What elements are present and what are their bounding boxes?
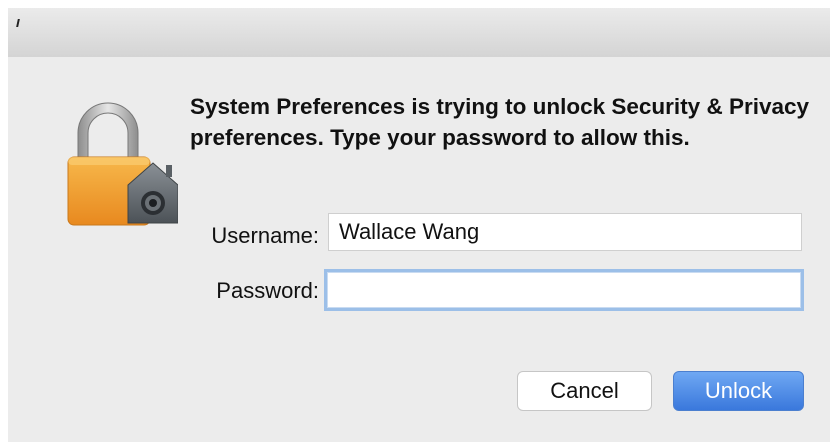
corner-mark [16, 19, 20, 27]
window-titlebar[interactable] [8, 8, 830, 58]
unlock-button[interactable]: Unlock [673, 371, 804, 411]
username-field[interactable] [328, 213, 802, 251]
password-field[interactable] [324, 269, 804, 311]
unlock-dialog: System Preferences is trying to unlock S… [8, 57, 830, 442]
dialog-message: System Preferences is trying to unlock S… [190, 94, 810, 150]
cancel-button[interactable]: Cancel [517, 371, 652, 411]
username-label: Username: [211, 223, 319, 248]
lock-icon [67, 102, 178, 226]
password-label: Password: [216, 278, 319, 303]
